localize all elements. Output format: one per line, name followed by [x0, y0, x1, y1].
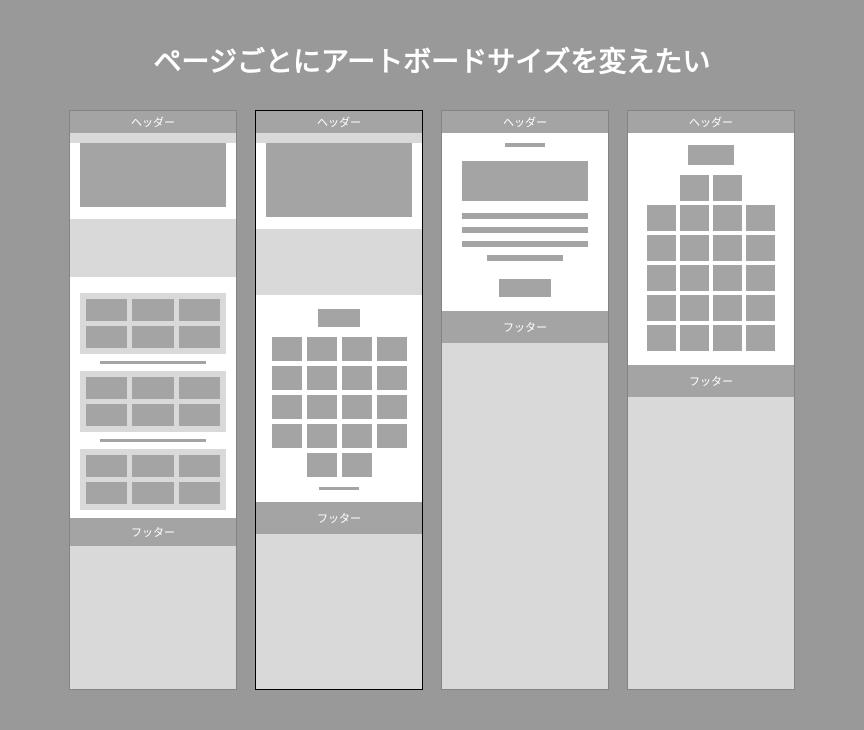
grid-group-3 — [80, 449, 226, 510]
light-band — [256, 229, 422, 295]
artboard-1[interactable]: ヘッダー フッター — [69, 110, 237, 690]
artboard-2-body — [256, 143, 422, 502]
artboard-4[interactable]: ヘッダー フッター — [627, 110, 795, 690]
text-line — [462, 213, 588, 219]
artboard-1-body — [70, 143, 236, 518]
page-title: ページごとにアートボードサイズを変えたい — [0, 0, 864, 110]
artboards-row: ヘッダー フッター ヘッダー — [0, 110, 864, 690]
footer-bar: フッター — [256, 502, 422, 534]
divider-line — [100, 361, 206, 364]
footer-bar: フッター — [628, 365, 794, 397]
hero-small — [462, 161, 588, 201]
text-line — [462, 241, 588, 247]
artboard-3-body — [442, 133, 608, 311]
small-banner — [318, 309, 360, 327]
artboard-4-body — [628, 133, 794, 365]
header-bar: ヘッダー — [442, 111, 608, 133]
footer-bar: フッター — [70, 518, 236, 546]
underline — [319, 487, 359, 490]
footer-bar: フッター — [442, 311, 608, 343]
grid-group-1 — [80, 293, 226, 354]
hero-block — [266, 143, 412, 217]
grid-group — [268, 337, 410, 477]
light-band — [70, 219, 236, 277]
header-bar: ヘッダー — [70, 111, 236, 133]
artboard-3[interactable]: ヘッダー フッター — [441, 110, 609, 690]
hero-block — [80, 143, 226, 207]
accent-line — [505, 143, 545, 147]
grid-group — [644, 175, 778, 351]
header-bar: ヘッダー — [628, 111, 794, 133]
header-bar: ヘッダー — [256, 111, 422, 133]
divider-line — [100, 439, 206, 442]
top-button-placeholder — [688, 145, 734, 165]
text-line — [462, 227, 588, 233]
text-line-short — [487, 255, 563, 261]
cta-button-placeholder — [499, 279, 551, 297]
artboard-2[interactable]: ヘッダー フッター — [255, 110, 423, 690]
grid-group-2 — [80, 371, 226, 432]
